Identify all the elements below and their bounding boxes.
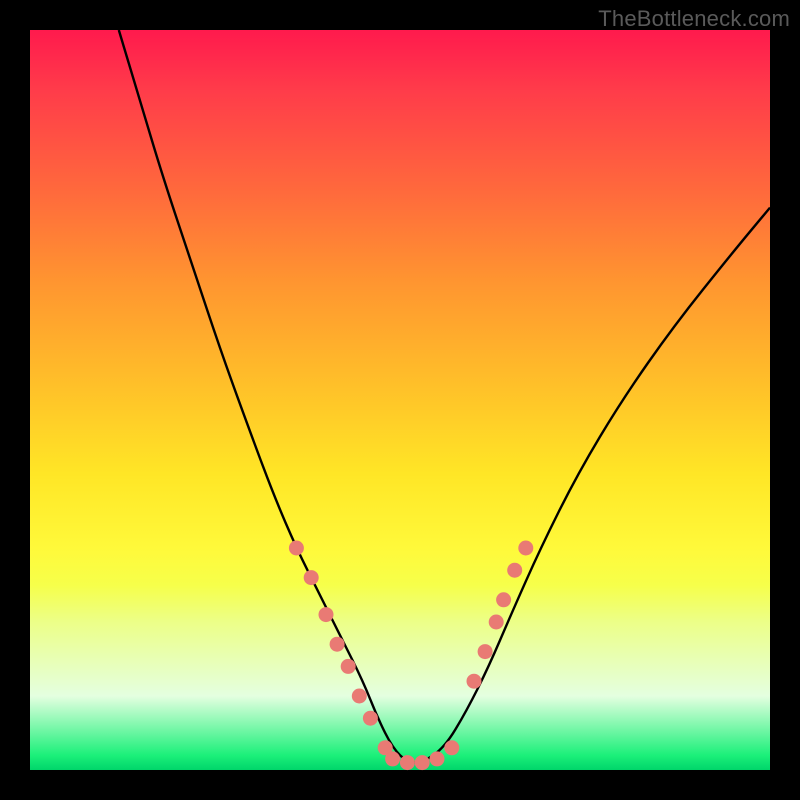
curve-marker <box>489 615 504 630</box>
plot-area <box>30 30 770 770</box>
curve-marker <box>352 689 367 704</box>
curve-marker <box>444 740 459 755</box>
curve-marker <box>507 563 522 578</box>
curve-marker <box>385 751 400 766</box>
curve-marker <box>330 637 345 652</box>
curve-marker <box>289 541 304 556</box>
curve-marker <box>478 644 493 659</box>
curve-marker <box>363 711 378 726</box>
curve-marker <box>341 659 356 674</box>
curve-marker <box>400 755 415 770</box>
curve-marker <box>319 607 334 622</box>
bottleneck-curve-path <box>119 30 770 763</box>
curve-marker <box>518 541 533 556</box>
curve-marker <box>496 592 511 607</box>
curve-marker <box>430 751 445 766</box>
curve-markers <box>289 541 533 771</box>
curve-marker <box>304 570 319 585</box>
chart-frame: TheBottleneck.com <box>0 0 800 800</box>
bottleneck-curve-svg <box>30 30 770 770</box>
watermark-text: TheBottleneck.com <box>598 6 790 32</box>
curve-marker <box>467 674 482 689</box>
curve-marker <box>415 755 430 770</box>
